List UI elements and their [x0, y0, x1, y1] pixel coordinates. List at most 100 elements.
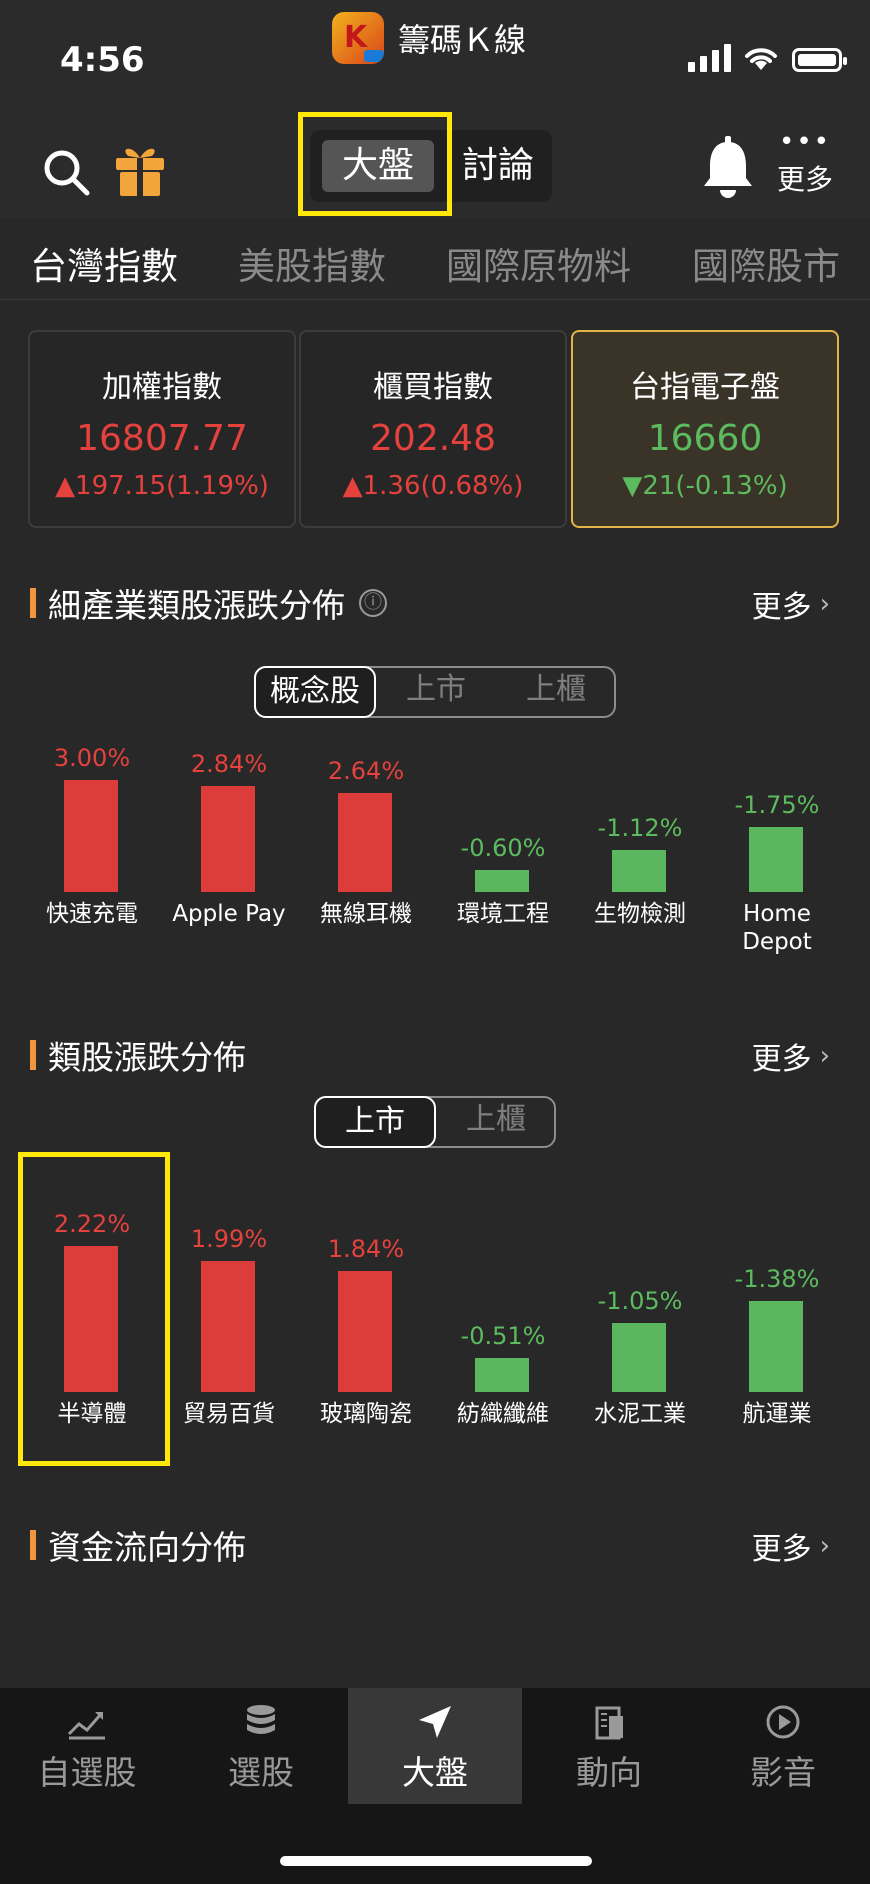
index-value: 202.48: [370, 418, 496, 459]
bar-category-label: 生物檢測: [594, 901, 686, 927]
index-card-electronics-futures[interactable]: 台指電子盤 16660 ▼21(-0.13%): [571, 330, 839, 528]
bar-value-label: -0.51%: [460, 1322, 546, 1350]
nav-market[interactable]: 大盤: [348, 1688, 522, 1804]
bar-category-label: 航運業: [742, 1401, 812, 1427]
bar-value-label: 2.64%: [327, 757, 405, 785]
tab-global-markets[interactable]: 國際股市: [692, 236, 840, 290]
bar-mark: [612, 850, 666, 892]
bar-mark: [749, 827, 803, 892]
bell-icon[interactable]: [700, 136, 756, 198]
bar-mark: [475, 870, 529, 892]
gift-icon[interactable]: [114, 142, 166, 196]
home-indicator: [280, 1856, 592, 1866]
sub-industry-section: 細產業類股漲跌分佈 ⓘ 更多 › 概念股 上市 上櫃 3.00% 快速充電 2.84%…: [0, 574, 870, 990]
bottom-navigation: 自選股 選股 大盤 動向 影音: [0, 1688, 870, 1884]
index-cards: 加權指數 16807.77 ▲197.15(1.19%) 櫃買指數 202.48…: [0, 300, 870, 546]
building-icon: [595, 1706, 623, 1740]
fund-flow-section: 資金流向分佈 更多 ›: [0, 1500, 870, 1680]
bar-item[interactable]: 2.84% Apple Pay: [163, 574, 295, 972]
bar-mark: [612, 1323, 666, 1392]
bar-category-label: Apple Pay: [172, 901, 286, 927]
database-icon: [247, 1705, 275, 1734]
status-time: 4:56: [60, 40, 145, 80]
section-title: 資金流向分佈: [48, 1528, 246, 1567]
chart-icon: [67, 1712, 105, 1740]
bar-value-label: 3.00%: [53, 744, 131, 772]
bar-item[interactable]: -1.05% 水泥工業: [574, 1022, 706, 1472]
nav-stock-picker[interactable]: 選股: [174, 1688, 348, 1804]
bar-category-label: 紡織纖維: [457, 1401, 549, 1427]
signal-icon: [688, 44, 731, 72]
nav-label: 自選股: [37, 1753, 137, 1792]
bar-value-label: -1.75%: [734, 791, 820, 819]
bar-category-label: Home Depot: [742, 901, 812, 955]
bar-item[interactable]: -1.12% 生物檢測: [574, 574, 706, 972]
nav-video[interactable]: 影音: [696, 1688, 870, 1804]
bar-mark: [749, 1301, 803, 1392]
bar-mark: [338, 793, 392, 892]
index-name: 台指電子盤: [630, 370, 780, 405]
index-change: ▲197.15(1.19%): [55, 471, 269, 501]
index-name: 加權指數: [102, 370, 222, 405]
bar-item[interactable]: 3.00% 快速充電: [26, 574, 158, 972]
bar-item[interactable]: -1.75% Home Depot: [711, 574, 843, 972]
segment-discussion[interactable]: 討論: [442, 140, 554, 192]
bar-mark: [64, 780, 118, 892]
index-change: ▼21(-0.13%): [622, 471, 788, 501]
index-value: 16660: [647, 418, 763, 459]
more-link[interactable]: 更多 ›: [752, 1524, 830, 1568]
highlight-box-semiconductor: [18, 1152, 170, 1466]
bar-mark: [201, 1261, 255, 1392]
bar-category-label: 無線耳機: [320, 901, 412, 927]
index-change: ▲1.36(0.68%): [342, 471, 524, 501]
bar-item[interactable]: -0.51% 紡織纖維: [437, 1022, 569, 1472]
tab-taiwan-index[interactable]: 台灣指數: [30, 236, 178, 290]
app-logo: K: [332, 12, 384, 64]
bar-mark: [201, 786, 255, 892]
navigation-arrow-icon: [419, 1706, 451, 1738]
nav-label: 選股: [228, 1753, 294, 1792]
more-dots-icon: •••: [778, 127, 831, 157]
bar-category-label: 玻璃陶瓷: [320, 1401, 412, 1427]
category-tabs: 台灣指數 美股指數 國際原物料 國際股市: [0, 218, 870, 300]
bar-value-label: 2.84%: [190, 750, 268, 778]
bar-value-label: 1.84%: [327, 1235, 405, 1263]
bar-value-label: -1.38%: [734, 1265, 820, 1293]
app-header: K 籌碼Ｋ線: [332, 12, 526, 64]
bar-mark: [338, 1271, 392, 1392]
status-bar: 4:56 K 籌碼Ｋ線: [0, 0, 870, 100]
index-value: 16807.77: [76, 418, 248, 459]
bar-item[interactable]: 1.84% 玻璃陶瓷: [300, 1022, 432, 1472]
bar-item[interactable]: -1.38% 航運業: [711, 1022, 843, 1472]
wifi-icon: [745, 48, 777, 70]
bar-item[interactable]: -0.60% 環境工程: [437, 574, 569, 972]
bar-value-label: -1.12%: [597, 814, 683, 842]
top-toolbar: 大盤 討論 ••• 更多: [0, 100, 870, 218]
bar-category-label: 環境工程: [457, 901, 549, 927]
section-accent-bar: [30, 1530, 36, 1560]
play-icon: [766, 1705, 800, 1739]
section-header: 資金流向分佈: [30, 1520, 246, 1570]
nav-trends[interactable]: 動向: [522, 1688, 696, 1804]
more-menu-button[interactable]: ••• 更多: [770, 127, 840, 198]
bar-category-label: 貿易百貨: [183, 1401, 275, 1427]
index-name: 櫃買指數: [373, 370, 493, 405]
search-icon[interactable]: [42, 148, 90, 196]
highlight-box-market-tab: [298, 112, 452, 216]
bar-item[interactable]: 1.99% 貿易百貨: [163, 1022, 295, 1472]
bar-category-label: 快速充電: [46, 901, 138, 927]
bar-category-label: 水泥工業: [594, 1401, 686, 1427]
index-card-taiex[interactable]: 加權指數 16807.77 ▲197.15(1.19%): [28, 330, 296, 528]
bar-mark: [475, 1358, 529, 1392]
tab-us-index[interactable]: 美股指數: [238, 236, 386, 290]
bar-value-label: -0.60%: [460, 834, 546, 862]
nav-label: 動向: [576, 1753, 642, 1792]
bar-value-label: -1.05%: [597, 1287, 683, 1315]
tab-commodities[interactable]: 國際原物料: [446, 236, 631, 290]
more-label: 更多: [776, 163, 833, 196]
bar-value-label: 1.99%: [190, 1225, 268, 1253]
index-card-otc[interactable]: 櫃買指數 202.48 ▲1.36(0.68%): [299, 330, 567, 528]
nav-watchlist[interactable]: 自選股: [0, 1688, 174, 1804]
bar-item[interactable]: 2.64% 無線耳機: [300, 574, 432, 972]
nav-label: 影音: [750, 1753, 816, 1792]
